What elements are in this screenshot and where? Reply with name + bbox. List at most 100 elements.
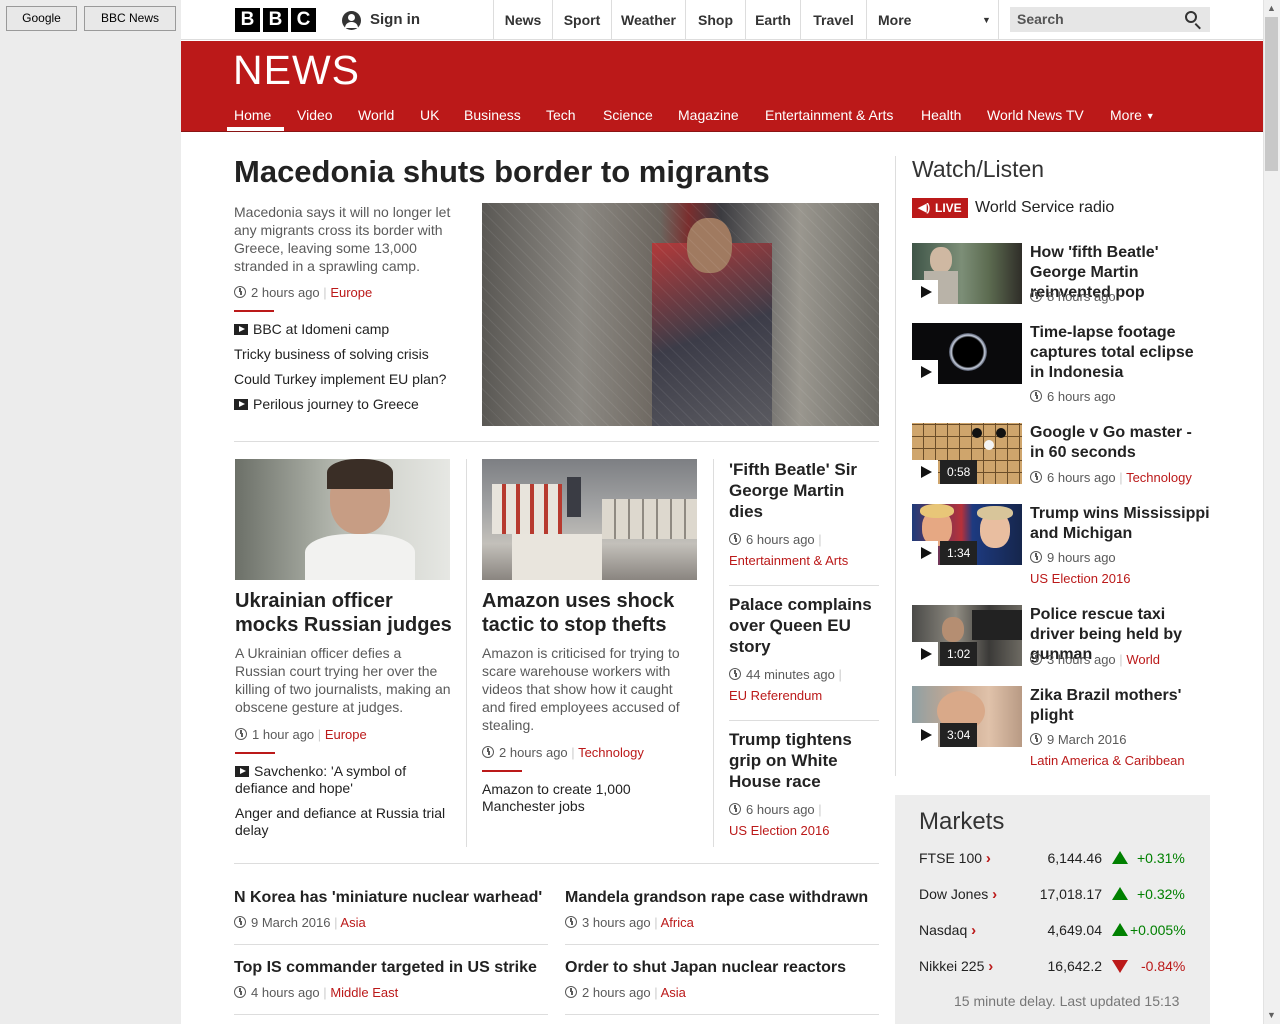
live-radio-link[interactable]: World Service radio bbox=[975, 199, 1114, 217]
subnav-entertainment-arts[interactable]: Entertainment & Arts bbox=[765, 107, 893, 123]
watch-3-headline[interactable]: Google v Go master - in 60 seconds bbox=[1030, 423, 1210, 463]
story3-tag[interactable]: Technology bbox=[578, 745, 644, 760]
watch-4-tag[interactable]: US Election 2016 bbox=[1030, 571, 1130, 586]
subnav-tech[interactable]: Tech bbox=[546, 107, 576, 123]
lead-related-4[interactable]: Perilous journey to Greece bbox=[234, 396, 419, 412]
col3-1-tag[interactable]: Entertainment & Arts bbox=[729, 553, 848, 568]
caret-down-icon: ▼ bbox=[1145, 111, 1155, 121]
col3-2-tag[interactable]: EU Referendum bbox=[729, 688, 822, 703]
play-icon bbox=[912, 460, 938, 484]
col3-1-headline[interactable]: 'Fifth Beatle' Sir George Martin dies bbox=[729, 459, 879, 522]
story2-related-1[interactable]: Savchenko: 'A symbol of defiance and hop… bbox=[235, 763, 460, 797]
scroll-up-arrow-icon[interactable]: ▲ bbox=[1263, 0, 1280, 17]
bottom-2-headline[interactable]: Mandela grandson rape case withdrawn bbox=[565, 889, 868, 907]
news-logo[interactable]: NEWS bbox=[233, 47, 360, 94]
market-row-2-value: 17,018.17 bbox=[1039, 886, 1102, 902]
lead-image[interactable] bbox=[482, 203, 879, 426]
watch-4-headline[interactable]: Trump wins Mississippi and Michigan bbox=[1030, 504, 1210, 544]
watch-1-thumbnail[interactable] bbox=[912, 243, 1022, 304]
market-row-3-name[interactable]: Nasdaq › bbox=[919, 922, 976, 939]
search-icon[interactable] bbox=[1185, 11, 1197, 23]
bottom-4-headline[interactable]: Order to shut Japan nuclear reactors bbox=[565, 959, 846, 977]
watch-6-thumbnail[interactable]: 3:04 bbox=[912, 686, 1022, 747]
watch-6-time: 9 March 2016 bbox=[1047, 732, 1127, 747]
topnav-earth[interactable]: Earth bbox=[745, 0, 800, 40]
market-row-2-name[interactable]: Dow Jones › bbox=[919, 886, 997, 903]
subnav-video[interactable]: Video bbox=[297, 107, 333, 123]
subnav-more[interactable]: More ▼ bbox=[1110, 107, 1155, 123]
fence-overlay bbox=[482, 203, 879, 426]
story2-image[interactable] bbox=[235, 459, 450, 580]
watch-3-thumbnail[interactable]: 0:58 bbox=[912, 423, 1022, 484]
topnav-travel[interactable]: Travel bbox=[800, 0, 866, 40]
subnav-magazine[interactable]: Magazine bbox=[678, 107, 739, 123]
watch-2-headline[interactable]: Time-lapse footage captures total eclips… bbox=[1030, 323, 1210, 383]
subnav-home[interactable]: Home bbox=[234, 107, 271, 123]
google-bookmark-button[interactable]: Google bbox=[6, 6, 77, 31]
bbc-logo-letter-c[interactable]: C bbox=[291, 8, 316, 32]
watch-6-duration: 3:04 bbox=[940, 723, 978, 747]
lead-related-3[interactable]: Could Turkey implement EU plan? bbox=[234, 371, 446, 387]
story2-related-1-text: Savchenko: 'A symbol of defiance and hop… bbox=[235, 763, 407, 796]
bottom-1-headline[interactable]: N Korea has 'miniature nuclear warhead' bbox=[234, 889, 542, 907]
user-icon[interactable] bbox=[342, 11, 361, 30]
story2-related-2[interactable]: Anger and defiance at Russia trial delay bbox=[235, 805, 460, 839]
story2-headline[interactable]: Ukrainian officer mocks Russian judges bbox=[235, 589, 455, 637]
watch-3-tag[interactable]: Technology bbox=[1126, 470, 1192, 485]
topnav-weather[interactable]: Weather bbox=[611, 0, 685, 40]
watch-2-thumbnail[interactable] bbox=[912, 323, 1022, 384]
subnav-science[interactable]: Science bbox=[603, 107, 653, 123]
lead-tag[interactable]: Europe bbox=[330, 285, 372, 300]
bottom-1-tag[interactable]: Asia bbox=[340, 915, 365, 930]
watch-6-headline[interactable]: Zika Brazil mothers' plight bbox=[1030, 686, 1210, 726]
bottom-3-tag[interactable]: Middle East bbox=[330, 985, 398, 1000]
go-stone-black bbox=[996, 428, 1006, 438]
subnav-world-news-tv[interactable]: World News TV bbox=[987, 107, 1084, 123]
bbc-logo-letter-b2[interactable]: B bbox=[263, 8, 288, 32]
lead-related-2[interactable]: Tricky business of solving crisis bbox=[234, 346, 429, 362]
clock-icon bbox=[729, 803, 741, 815]
subnav-uk[interactable]: UK bbox=[420, 107, 439, 123]
watch-2-time: 6 hours ago bbox=[1047, 389, 1116, 404]
watch-listen-title[interactable]: Watch/Listen bbox=[912, 156, 1044, 183]
market-row-4-name[interactable]: Nikkei 225 › bbox=[919, 958, 993, 975]
bottom-4-tag[interactable]: Asia bbox=[661, 985, 686, 1000]
col3-3-headline[interactable]: Trump tightens grip on White House race bbox=[729, 729, 879, 792]
signin-link[interactable]: Sign in bbox=[370, 11, 420, 28]
topnav-sport[interactable]: Sport bbox=[552, 0, 611, 40]
col3-3-tag[interactable]: US Election 2016 bbox=[729, 823, 829, 838]
bottom-3-headline[interactable]: Top IS commander targeted in US strike bbox=[234, 959, 537, 977]
watch-5-thumbnail[interactable]: 1:02 bbox=[912, 605, 1022, 666]
market-row-1-value: 6,144.46 bbox=[1047, 850, 1103, 866]
watch-3-meta: 6 hours ago | Technology bbox=[1030, 470, 1192, 485]
bbc-logo-letter-b1[interactable]: B bbox=[235, 8, 260, 32]
subnav-health[interactable]: Health bbox=[921, 107, 961, 123]
column-divider bbox=[466, 459, 467, 847]
scroll-down-arrow-icon[interactable]: ▼ bbox=[1263, 1007, 1280, 1024]
bbc-news-bookmark-button[interactable]: BBC News bbox=[84, 6, 176, 31]
story3-image[interactable] bbox=[482, 459, 697, 580]
story3-headline[interactable]: Amazon uses shock tactic to stop thefts bbox=[482, 589, 702, 637]
subnav-business[interactable]: Business bbox=[464, 107, 521, 123]
meta-separator: | bbox=[838, 667, 842, 682]
topnav-news[interactable]: News bbox=[493, 0, 552, 40]
topnav-shop[interactable]: Shop bbox=[685, 0, 745, 40]
story3-related-1[interactable]: Amazon to create 1,000 Manchester jobs bbox=[482, 781, 657, 815]
subnav-world[interactable]: World bbox=[358, 107, 394, 123]
live-badge[interactable]: ◀) LIVE bbox=[912, 198, 968, 218]
watch-4-thumbnail[interactable]: 1:34 bbox=[912, 504, 1022, 565]
market-row-1-name[interactable]: FTSE 100 › bbox=[919, 850, 991, 867]
chevron-right-icon: › bbox=[992, 886, 998, 903]
col3-2-headline[interactable]: Palace complains over Queen EU story bbox=[729, 594, 879, 657]
lead-related-1[interactable]: BBC at Idomeni camp bbox=[234, 321, 389, 337]
meta-separator: | bbox=[317, 727, 322, 742]
bottom-2-tag[interactable]: Africa bbox=[661, 915, 694, 930]
topnav-more[interactable]: More ▼ bbox=[866, 0, 999, 40]
lead-headline[interactable]: Macedonia shuts border to migrants bbox=[234, 154, 770, 190]
story2-tag[interactable]: Europe bbox=[325, 727, 367, 742]
scrollbar-thumb[interactable] bbox=[1265, 17, 1278, 171]
markets-title[interactable]: Markets bbox=[919, 808, 1004, 836]
watch-6-tag[interactable]: Latin America & Caribbean bbox=[1030, 753, 1185, 768]
lead-meta: 2 hours ago | Europe bbox=[234, 285, 372, 300]
watch-5-tag[interactable]: World bbox=[1126, 652, 1160, 667]
